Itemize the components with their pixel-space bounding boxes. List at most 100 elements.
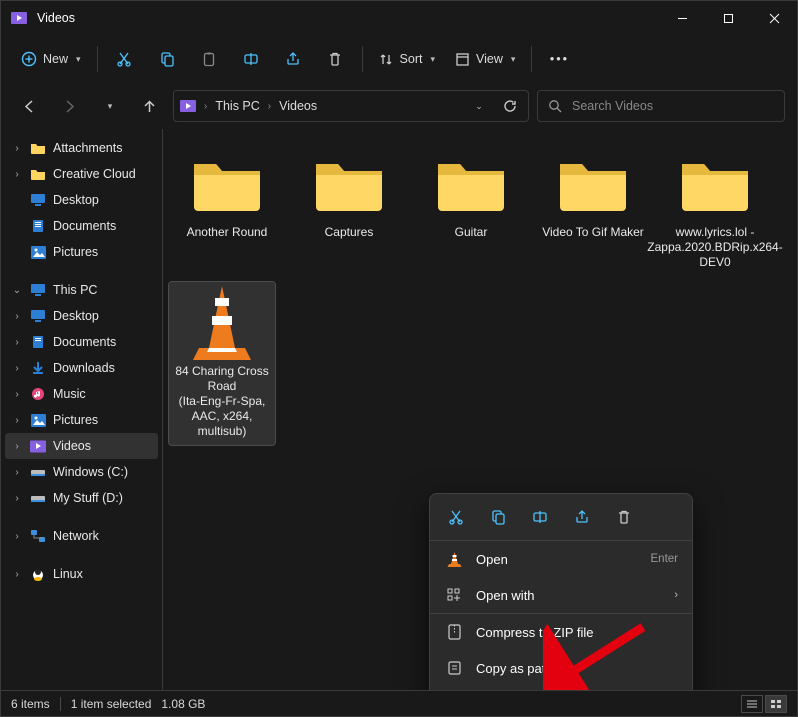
sidebar-item-attachments[interactable]: ›Attachments bbox=[5, 135, 158, 161]
items-view[interactable]: Another Round Captures Guitar Video To G… bbox=[163, 129, 797, 690]
sidebar-this-pc[interactable]: ⌄This PC bbox=[5, 277, 158, 303]
refresh-button[interactable] bbox=[498, 99, 522, 113]
ctx-compress[interactable]: Compress to ZIP file bbox=[430, 614, 692, 650]
breadcrumb-current[interactable]: Videos bbox=[279, 99, 317, 113]
ctx-label: Compress to ZIP file bbox=[476, 625, 678, 640]
sidebar-item-pc-documents[interactable]: ›Documents bbox=[5, 329, 158, 355]
navigation-pane: ›Attachments ›Creative Cloud Desktop Doc… bbox=[1, 129, 163, 690]
minimize-button[interactable] bbox=[659, 1, 705, 35]
sidebar-item-drive-c[interactable]: ›Windows (C:) bbox=[5, 459, 158, 485]
sidebar-item-creative-cloud[interactable]: ›Creative Cloud bbox=[5, 161, 158, 187]
delete-button[interactable] bbox=[316, 42, 354, 76]
share-button[interactable] bbox=[274, 42, 312, 76]
forward-button[interactable] bbox=[53, 90, 85, 122]
folder-icon bbox=[303, 145, 395, 221]
command-bar: New ▾ Sort ▾ View ▾ ••• bbox=[1, 35, 797, 83]
folder-item[interactable]: www.lyrics.lol - Zappa.2020.BDRip.x264-D… bbox=[657, 143, 773, 276]
sidebar-item-label: Documents bbox=[53, 219, 116, 233]
breadcrumb-this-pc[interactable]: This PC bbox=[215, 99, 259, 113]
ctx-cut-button[interactable] bbox=[438, 500, 474, 534]
chevron-right-icon: › bbox=[204, 101, 207, 112]
folder-icon bbox=[669, 145, 761, 221]
cut-icon bbox=[116, 51, 133, 68]
sidebar-item-pc-pictures[interactable]: ›Pictures bbox=[5, 407, 158, 433]
search-placeholder: Search Videos bbox=[572, 99, 653, 113]
videos-location-icon bbox=[180, 99, 196, 113]
sort-button[interactable]: Sort ▾ bbox=[371, 42, 443, 76]
folder-icon bbox=[29, 167, 47, 181]
ctx-share-button[interactable] bbox=[564, 500, 600, 534]
up-button[interactable] bbox=[133, 90, 165, 122]
ctx-delete-button[interactable] bbox=[606, 500, 642, 534]
folder-item[interactable]: Video To Gif Maker bbox=[535, 143, 651, 276]
ctx-properties[interactable]: Properties Alt+Enter bbox=[430, 686, 692, 690]
folder-item[interactable]: Guitar bbox=[413, 143, 529, 276]
video-file-item[interactable]: 84 Charing Cross Road (Ita-Eng-Fr-Spa, A… bbox=[169, 282, 275, 445]
address-dropdown[interactable]: ⌄ bbox=[466, 101, 490, 112]
icons-view-icon bbox=[770, 699, 782, 709]
ctx-label: Open with bbox=[476, 588, 662, 603]
sidebar-item-pictures[interactable]: Pictures bbox=[5, 239, 158, 265]
sidebar-network[interactable]: ›Network bbox=[5, 523, 158, 549]
close-button[interactable] bbox=[751, 1, 797, 35]
documents-icon bbox=[29, 219, 47, 233]
linux-icon bbox=[29, 567, 47, 581]
sidebar-item-desktop[interactable]: Desktop bbox=[5, 187, 158, 213]
ctx-hint: Enter bbox=[651, 553, 679, 565]
folder-icon bbox=[547, 145, 639, 221]
zip-icon bbox=[444, 624, 464, 640]
search-box[interactable]: Search Videos bbox=[537, 90, 785, 122]
sidebar-item-label: Linux bbox=[53, 567, 83, 581]
view-button[interactable]: View ▾ bbox=[447, 42, 523, 76]
details-view-button[interactable] bbox=[741, 695, 763, 713]
chevron-right-icon: › bbox=[11, 311, 23, 322]
pictures-icon bbox=[29, 246, 47, 259]
item-label: Video To Gif Maker bbox=[540, 225, 646, 240]
chevron-down-icon: ⌄ bbox=[11, 285, 23, 296]
chevron-right-icon: › bbox=[11, 467, 23, 478]
ctx-copy-button[interactable] bbox=[480, 500, 516, 534]
copy-button[interactable] bbox=[148, 42, 186, 76]
sidebar-item-pc-music[interactable]: ›Music bbox=[5, 381, 158, 407]
sidebar-item-label: Creative Cloud bbox=[53, 167, 136, 181]
ctx-copy-path[interactable]: Copy as path bbox=[430, 650, 692, 686]
folder-item[interactable]: Another Round bbox=[169, 143, 285, 276]
ctx-open-with[interactable]: Open with › bbox=[430, 577, 692, 613]
sidebar-item-label: Documents bbox=[53, 335, 116, 349]
maximize-button[interactable] bbox=[705, 1, 751, 35]
back-button[interactable] bbox=[13, 90, 45, 122]
ctx-open[interactable]: Open Enter bbox=[430, 541, 692, 577]
item-label: Guitar bbox=[453, 225, 490, 240]
ctx-rename-button[interactable] bbox=[522, 500, 558, 534]
sidebar-item-drive-d[interactable]: ›My Stuff (D:) bbox=[5, 485, 158, 511]
trash-icon bbox=[616, 509, 632, 525]
this-pc-icon bbox=[29, 283, 47, 297]
rename-icon bbox=[532, 509, 548, 525]
chevron-right-icon: › bbox=[674, 589, 678, 601]
desktop-icon bbox=[29, 193, 47, 207]
chevron-right-icon: › bbox=[11, 143, 23, 154]
sidebar-linux[interactable]: ›Linux bbox=[5, 561, 158, 587]
chevron-right-icon: › bbox=[11, 493, 23, 504]
address-bar[interactable]: › This PC › Videos ⌄ bbox=[173, 90, 529, 122]
separator bbox=[362, 46, 363, 72]
chevron-right-icon: › bbox=[11, 389, 23, 400]
item-label: www.lyrics.lol - Zappa.2020.BDRip.x264-D… bbox=[645, 225, 784, 270]
folder-item[interactable]: Captures bbox=[291, 143, 407, 276]
sidebar-item-pc-downloads[interactable]: ›Downloads bbox=[5, 355, 158, 381]
cut-button[interactable] bbox=[106, 42, 144, 76]
icons-view-button[interactable] bbox=[765, 695, 787, 713]
more-button[interactable]: ••• bbox=[540, 42, 578, 76]
sidebar-item-pc-videos[interactable]: ›Videos bbox=[5, 433, 158, 459]
status-bar: 6 items 1 item selected 1.08 GB bbox=[1, 690, 797, 716]
sidebar-item-documents[interactable]: Documents bbox=[5, 213, 158, 239]
sidebar-item-pc-desktop[interactable]: ›Desktop bbox=[5, 303, 158, 329]
recent-button[interactable]: ▾ bbox=[93, 90, 125, 122]
videos-app-icon bbox=[11, 10, 27, 26]
context-menu: Open Enter Open with › Compress to ZIP f… bbox=[429, 493, 693, 690]
rename-icon bbox=[243, 51, 259, 67]
paste-button[interactable] bbox=[190, 42, 228, 76]
rename-button[interactable] bbox=[232, 42, 270, 76]
copy-icon bbox=[490, 509, 506, 525]
new-button[interactable]: New ▾ bbox=[13, 42, 89, 76]
